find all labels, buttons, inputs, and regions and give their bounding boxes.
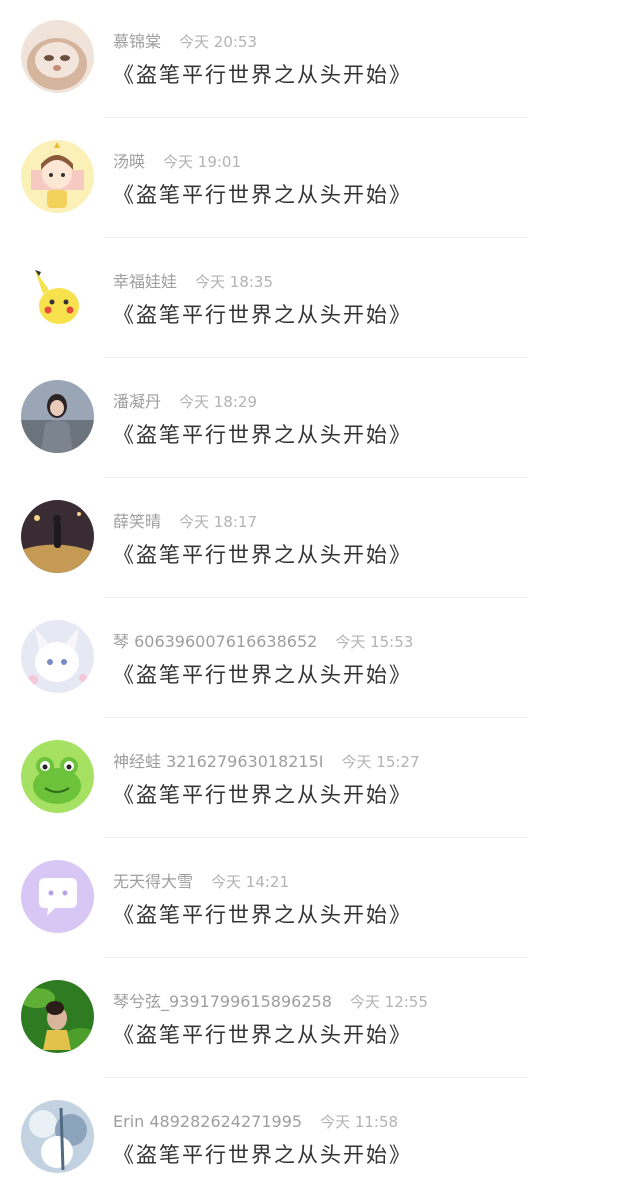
user-name[interactable]: 琴 606396007616638652 (113, 632, 317, 651)
list-item[interactable]: Erin 489282624271995 今天 11:58 《盗笔平行世界之从头开… (0, 1080, 640, 1200)
avatar[interactable] (21, 620, 94, 693)
green-leaf-photo-avatar (21, 980, 94, 1053)
avatar[interactable] (21, 140, 94, 213)
timestamp: 今天 20:53 (179, 33, 258, 51)
divider (104, 957, 528, 958)
timestamp: 今天 14:21 (211, 873, 290, 891)
list-item[interactable]: 神经蛙 321627963018215I 今天 15:27 《盗笔平行世界之从头开… (0, 720, 640, 840)
list-item[interactable]: 薛笑晴 今天 18:17 《盗笔平行世界之从头开始》 (0, 480, 640, 600)
cartoon-boy-avatar (21, 140, 94, 213)
divider (104, 477, 528, 478)
comment-meta: 琴兮弦_939179961589625​8 今天 12:55 (113, 991, 428, 1013)
comment-meta: 汤暎 今天 19:01 (113, 151, 241, 173)
timestamp: 今天 18:35 (195, 273, 274, 291)
list-item[interactable]: 慕锦棠 今天 20:53 《盗笔平行世界之从头开始》 (0, 0, 640, 120)
user-name[interactable]: 无天得大雪 (113, 872, 193, 891)
divider (104, 357, 528, 358)
user-name[interactable]: 幸福娃娃 (113, 272, 177, 291)
avatar[interactable] (21, 860, 94, 933)
comment-meta: 幸福娃娃 今天 18:35 (113, 271, 273, 293)
comment-meta: 薛笑晴 今天 18:17 (113, 511, 257, 533)
divider (104, 117, 528, 118)
avatar[interactable] (21, 380, 94, 453)
avatar[interactable] (21, 260, 94, 333)
comment-text: 《盗笔平行世界之从头开始》 (113, 1143, 412, 1167)
avatar[interactable] (21, 980, 94, 1053)
divider (104, 837, 528, 838)
avatar[interactable] (21, 1100, 94, 1173)
divider (104, 717, 528, 718)
divider (104, 237, 528, 238)
white-fox-avatar (21, 620, 94, 693)
user-name[interactable]: Erin 489282624271995 (113, 1112, 302, 1131)
comment-text: 《盗笔平行世界之从头开始》 (113, 783, 412, 807)
comment-text: 《盗笔平行世界之从头开始》 (113, 183, 412, 207)
comment-meta: 神经蛙 321627963018215I 今天 15:27 (113, 751, 420, 773)
cat-photo-avatar (21, 20, 94, 93)
chat-bubble-avatar (21, 860, 94, 933)
timestamp: 今天 12:55 (349, 993, 428, 1011)
list-item[interactable]: 幸福娃娃 今天 18:35 《盗笔平行世界之从头开始》 (0, 240, 640, 360)
comment-text: 《盗笔平行世界之从头开始》 (113, 1023, 412, 1047)
timestamp: 今天 18:29 (179, 393, 258, 411)
list-item[interactable]: 琴兮弦_939179961589625​8 今天 12:55 《盗笔平行世界之从头… (0, 960, 640, 1080)
frog-avatar (21, 740, 94, 813)
user-name[interactable]: 慕锦棠 (113, 32, 161, 51)
snow-tree-avatar (21, 1100, 94, 1173)
girl-photo-avatar (21, 380, 94, 453)
timestamp: 今天 19:01 (163, 153, 242, 171)
list-item[interactable]: 汤暎 今天 19:01 《盗笔平行世界之从头开始》 (0, 120, 640, 240)
avatar[interactable] (21, 20, 94, 93)
avatar[interactable] (21, 500, 94, 573)
user-name[interactable]: 神经蛙 321627963018215I (113, 752, 324, 771)
comment-text: 《盗笔平行世界之从头开始》 (113, 63, 412, 87)
timestamp: 今天 15:27 (341, 753, 420, 771)
list-item[interactable]: 潘凝丹 今天 18:29 《盗笔平行世界之从头开始》 (0, 360, 640, 480)
comment-list: 慕锦棠 今天 20:53 《盗笔平行世界之从头开始》 汤暎 今天 19:01 《盗笔… (0, 0, 640, 1187)
comment-meta: 潘凝丹 今天 18:29 (113, 391, 257, 413)
comment-meta: Erin 489282624271995 今天 11:58 (113, 1111, 398, 1133)
user-name[interactable]: 潘凝丹 (113, 392, 161, 411)
user-name[interactable]: 琴兮弦_939179961589625​8 (113, 992, 332, 1011)
comment-meta: 琴 606396007616638652 今天 15:53 (113, 631, 413, 653)
timestamp: 今天 18:17 (179, 513, 258, 531)
list-item[interactable]: 无天得大雪 今天 14:21 《盗笔平行世界之从头开始》 (0, 840, 640, 960)
comment-text: 《盗笔平行世界之从头开始》 (113, 663, 412, 687)
timestamp: 今天 15:53 (335, 633, 414, 651)
divider (104, 597, 528, 598)
divider (104, 1077, 528, 1078)
avatar[interactable] (21, 740, 94, 813)
user-name[interactable]: 汤暎 (113, 152, 145, 171)
timestamp: 今天 11:58 (320, 1113, 399, 1131)
comment-meta: 无天得大雪 今天 14:21 (113, 871, 289, 893)
comment-text: 《盗笔平行世界之从头开始》 (113, 303, 412, 327)
pikachu-avatar (21, 260, 94, 333)
comment-text: 《盗笔平行世界之从头开始》 (113, 543, 412, 567)
comment-text: 《盗笔平行世界之从头开始》 (113, 903, 412, 927)
night-street-avatar (21, 500, 94, 573)
list-item[interactable]: 琴 606396007616638652 今天 15:53 《盗笔平行世界之从头开… (0, 600, 640, 720)
user-name[interactable]: 薛笑晴 (113, 512, 161, 531)
comment-meta: 慕锦棠 今天 20:53 (113, 31, 257, 53)
comment-text: 《盗笔平行世界之从头开始》 (113, 423, 412, 447)
